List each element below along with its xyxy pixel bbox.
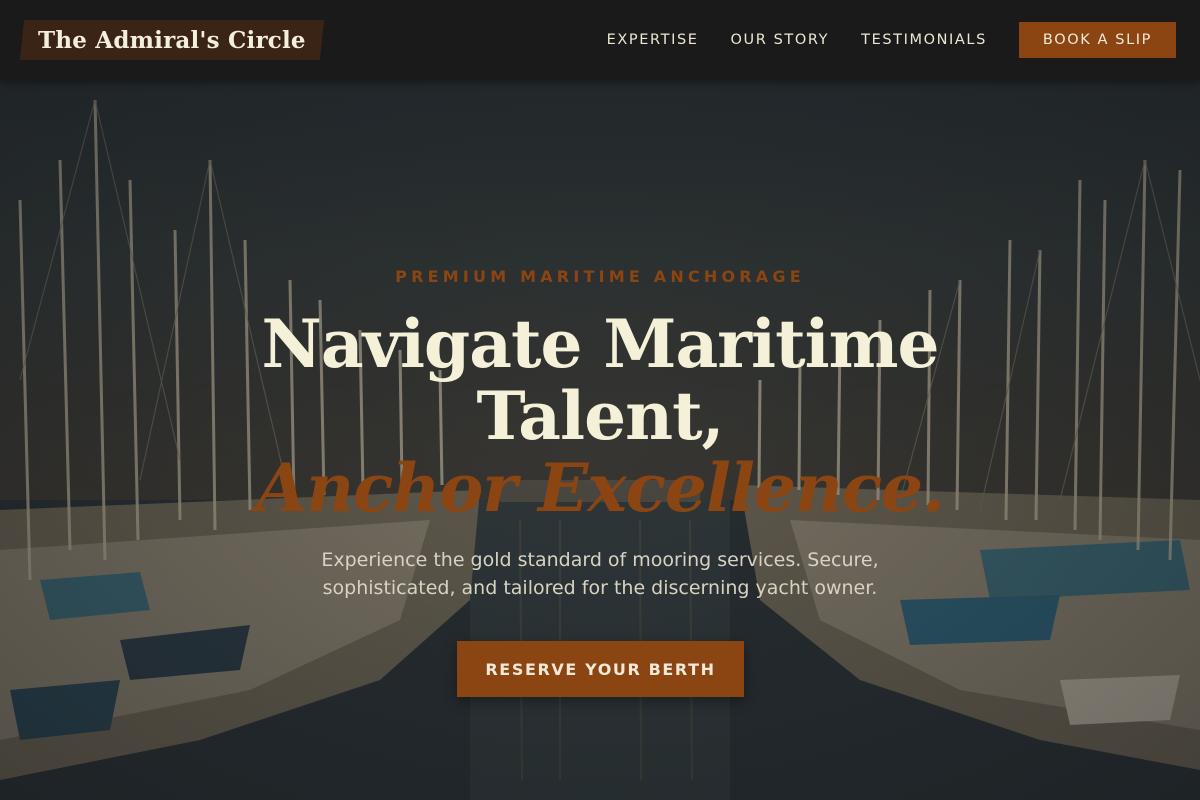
hero-eyebrow: PREMIUM MARITIME ANCHORAGE (395, 267, 805, 286)
site-header: The Admiral's Circle EXPERTISE OUR STORY… (0, 0, 1200, 80)
reserve-your-berth-button[interactable]: RESERVE YOUR BERTH (457, 641, 744, 697)
nav-link-testimonials[interactable]: TESTIMONIALS (861, 32, 987, 48)
hero-title-line2: Talent, (476, 377, 724, 455)
hero-title: Navigate Maritime Talent, Anchor Excelle… (0, 308, 1200, 524)
hero-subtitle: Experience the gold standard of mooring … (321, 549, 879, 599)
logo-text: The Admiral's Circle (38, 26, 306, 54)
main-nav: EXPERTISE OUR STORY TESTIMONIALS BOOK A … (575, 22, 1176, 58)
nav-link-our-story[interactable]: OUR STORY (731, 32, 830, 48)
hero-content: PREMIUM MARITIME ANCHORAGE Navigate Mari… (0, 80, 1200, 800)
logo[interactable]: The Admiral's Circle (22, 20, 322, 60)
nav-link-expertise[interactable]: EXPERTISE (607, 32, 699, 48)
hero-section: PREMIUM MARITIME ANCHORAGE Navigate Mari… (0, 80, 1200, 800)
hero-title-accent: Anchor Excellence. (255, 449, 945, 527)
book-a-slip-button[interactable]: BOOK A SLIP (1018, 22, 1176, 58)
hero-title-line1: Navigate Maritime (261, 305, 940, 383)
